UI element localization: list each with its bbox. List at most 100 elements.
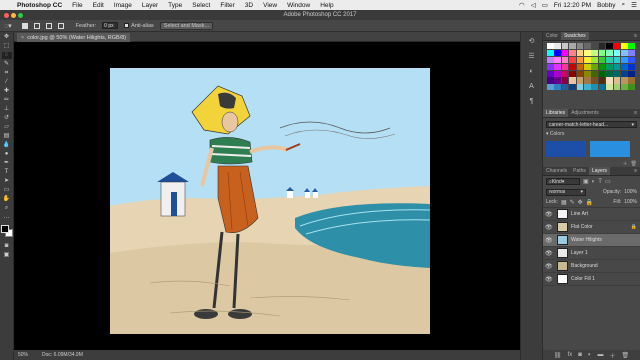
- color-swatch[interactable]: [576, 84, 584, 91]
- lasso-tool-icon[interactable]: ◌: [1, 52, 12, 59]
- history-panel-icon[interactable]: ⟲: [526, 36, 538, 47]
- intersect-selection-icon[interactable]: [57, 22, 64, 29]
- feather-input[interactable]: 0 px: [102, 22, 119, 29]
- tab-channels[interactable]: Channels: [543, 167, 570, 175]
- more-tools-icon[interactable]: …: [2, 214, 12, 221]
- color-swatch[interactable]: [547, 84, 554, 91]
- color-swatch[interactable]: [598, 77, 606, 84]
- foreground-background-colors[interactable]: [0, 225, 13, 237]
- layer-row[interactable]: 👁 Color Fill 1: [543, 273, 640, 286]
- color-swatch[interactable]: [613, 84, 621, 91]
- tab-adjustments[interactable]: Adjustments: [568, 109, 602, 117]
- color-swatch[interactable]: [606, 70, 613, 77]
- color-swatch[interactable]: [554, 63, 561, 70]
- color-swatch[interactable]: [620, 84, 628, 91]
- color-swatch[interactable]: [591, 70, 598, 77]
- lock-move-icon[interactable]: ✥: [578, 199, 583, 206]
- color-swatch[interactable]: [576, 49, 584, 56]
- search-icon[interactable]: ⌕: [619, 1, 629, 9]
- layer-row[interactable]: 👁 Line Art: [543, 208, 640, 221]
- lock-pixels-icon[interactable]: ▦: [561, 199, 567, 206]
- color-swatch[interactable]: [576, 56, 584, 63]
- move-tool-icon[interactable]: ✥: [2, 34, 12, 41]
- color-swatch[interactable]: [554, 56, 561, 63]
- add-mask-icon[interactable]: ◙: [578, 352, 582, 358]
- color-swatch[interactable]: [606, 43, 613, 50]
- color-swatch[interactable]: [598, 49, 606, 56]
- document-tab[interactable]: × color.jpg @ 50% (Water Hilights, RGB/8…: [17, 33, 131, 42]
- blend-mode-select[interactable]: Normal ▾: [546, 188, 586, 196]
- color-swatch[interactable]: [561, 56, 569, 63]
- zoom-tool-icon[interactable]: ⌕: [2, 205, 12, 212]
- menu-3d[interactable]: 3D: [240, 2, 258, 9]
- color-swatch[interactable]: [613, 49, 621, 56]
- new-group-icon[interactable]: ▬: [597, 352, 603, 358]
- color-swatch[interactable]: [613, 43, 621, 50]
- new-layer-icon[interactable]: ＋: [609, 351, 615, 360]
- library-add-icon[interactable]: ＋: [623, 160, 628, 167]
- menu-window[interactable]: Window: [282, 2, 315, 9]
- color-swatch[interactable]: [591, 49, 598, 56]
- color-swatch[interactable]: [554, 77, 561, 84]
- color-swatch[interactable]: [620, 43, 628, 50]
- canvas-area[interactable]: [14, 42, 520, 350]
- new-selection-icon[interactable]: [21, 22, 28, 29]
- library-delete-icon[interactable]: 🗑: [631, 161, 637, 167]
- menu-photoshop[interactable]: Photoshop CC: [12, 2, 67, 9]
- color-swatch[interactable]: [591, 43, 598, 50]
- tab-libraries[interactable]: Libraries: [543, 109, 569, 117]
- color-swatch[interactable]: [598, 43, 606, 50]
- color-swatch[interactable]: [606, 63, 613, 70]
- brush-tool-icon[interactable]: ✏: [2, 97, 12, 104]
- color-swatch[interactable]: [569, 77, 576, 84]
- eraser-tool-icon[interactable]: ▱: [2, 124, 12, 131]
- fill-value[interactable]: 100%: [624, 199, 637, 205]
- color-swatch[interactable]: [628, 77, 635, 84]
- color-swatch[interactable]: [561, 49, 569, 56]
- color-swatch[interactable]: [628, 43, 635, 50]
- filter-pixel-icon[interactable]: ▣: [583, 178, 589, 185]
- pen-tool-icon[interactable]: ✒: [2, 160, 12, 167]
- layer-style-icon[interactable]: fx: [568, 352, 573, 358]
- color-swatch[interactable]: [554, 70, 561, 77]
- color-swatch[interactable]: [591, 63, 598, 70]
- filter-adjust-icon[interactable]: ◐: [592, 179, 596, 185]
- gradient-tool-icon[interactable]: ▤: [2, 133, 12, 140]
- shape-tool-icon[interactable]: ▭: [2, 187, 12, 194]
- color-swatch[interactable]: [561, 43, 569, 50]
- adjustment-layer-icon[interactable]: ◐: [588, 352, 592, 358]
- color-swatch[interactable]: [561, 84, 569, 91]
- type-tool-icon[interactable]: T: [2, 169, 12, 176]
- menu-layer[interactable]: Layer: [137, 2, 163, 9]
- layer-kind-filter[interactable]: ⌕ Kind ▾: [546, 178, 580, 185]
- paragraph-panel-icon[interactable]: ¶: [526, 96, 538, 107]
- filter-shape-icon[interactable]: ▭: [605, 178, 611, 185]
- battery-icon[interactable]: ▭: [539, 1, 551, 9]
- color-swatch[interactable]: [547, 63, 554, 70]
- menubar-clock[interactable]: Fri 12:20 PM: [551, 2, 594, 9]
- color-swatch[interactable]: [569, 63, 576, 70]
- color-swatch[interactable]: [547, 43, 554, 50]
- tab-color[interactable]: Color: [543, 32, 561, 40]
- link-layers-icon[interactable]: ⛓: [554, 352, 562, 359]
- color-swatch[interactable]: [561, 70, 569, 77]
- layer-row[interactable]: 👁 Water Hilights: [543, 234, 640, 247]
- color-swatch[interactable]: [598, 70, 606, 77]
- color-swatch[interactable]: [613, 70, 621, 77]
- window-close-button[interactable]: [4, 12, 9, 18]
- clone-stamp-tool-icon[interactable]: ⊥: [2, 106, 12, 113]
- layer-row[interactable]: 👁 Background: [543, 260, 640, 273]
- filter-type-icon[interactable]: T: [598, 179, 602, 185]
- menu-help[interactable]: Help: [315, 2, 338, 9]
- color-swatch[interactable]: [554, 49, 561, 56]
- color-swatch[interactable]: [591, 77, 598, 84]
- tab-paths[interactable]: Paths: [570, 167, 589, 175]
- color-swatch[interactable]: [547, 77, 554, 84]
- color-swatch[interactable]: [620, 70, 628, 77]
- color-swatch[interactable]: [628, 56, 635, 63]
- panel-menu-icon[interactable]: ≡: [634, 109, 640, 117]
- color-swatch[interactable]: [591, 56, 598, 63]
- color-swatch[interactable]: [606, 49, 613, 56]
- menubar-user[interactable]: Bobby: [594, 2, 618, 9]
- color-swatch[interactable]: [628, 63, 635, 70]
